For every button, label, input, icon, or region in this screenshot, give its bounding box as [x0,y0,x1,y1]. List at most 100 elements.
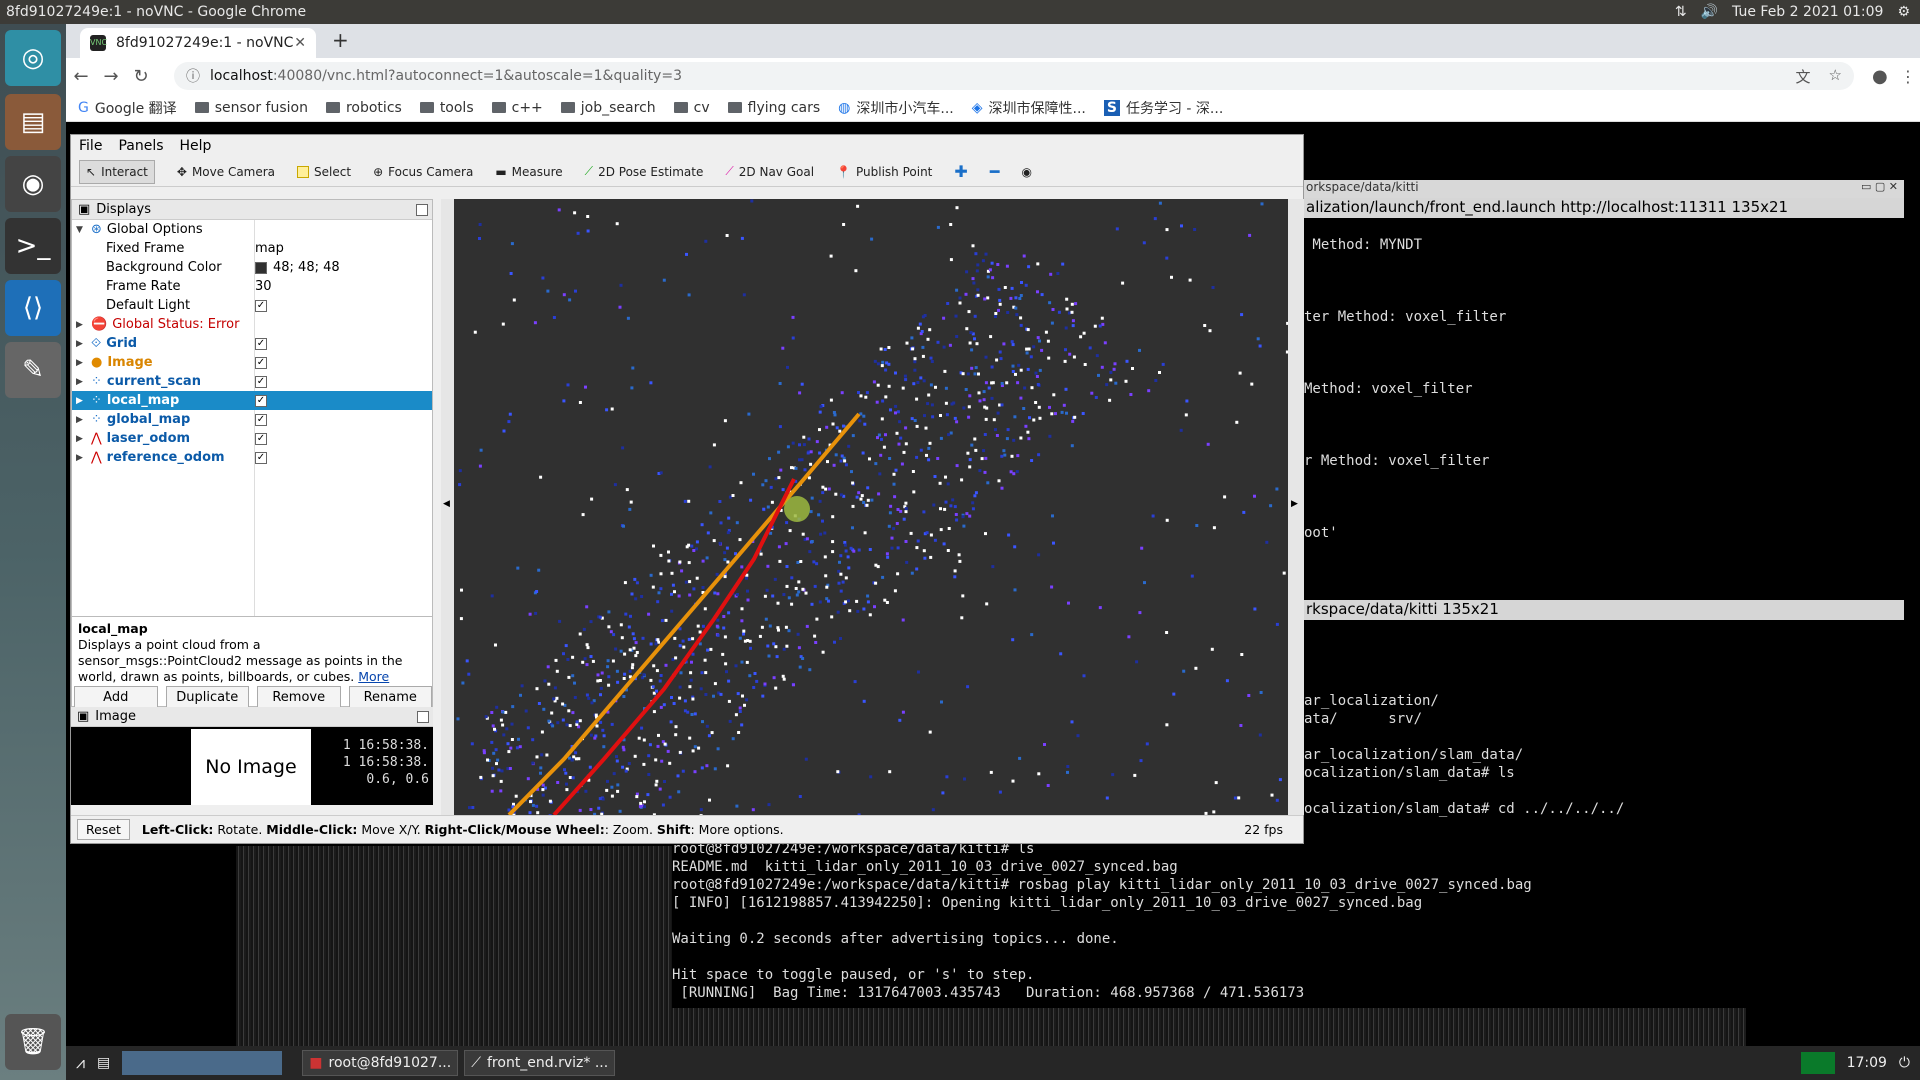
expanded-arrow-icon[interactable]: ▼ [76,225,86,235]
text-editor-icon[interactable]: ✎ [5,342,61,398]
3d-view[interactable] [454,199,1288,815]
bookmark-job-search[interactable]: job_search [560,100,656,116]
remove-tool-icon[interactable]: ━ [990,162,1000,181]
collapsed-arrow-icon[interactable]: ▶ [76,377,86,387]
collapsed-arrow-icon[interactable]: ▶ [76,320,86,330]
tree-image[interactable]: ▶ ● Image ✓ [72,353,432,372]
checkbox-checked[interactable]: ✓ [255,337,267,350]
tool-measure[interactable]: ▬ Measure [495,165,562,179]
terminal1-output[interactable]: Method: MYNDT ter Method: voxel_filter M… [1304,218,1896,600]
checkbox-checked[interactable]: ✓ [255,432,267,445]
forward-icon[interactable]: → [96,66,126,87]
close-icon[interactable]: ✕ [294,35,306,51]
network-icon[interactable]: ⇅ [1675,4,1687,20]
logout-icon[interactable]: ⏻ [1899,1055,1910,1071]
bookmark-robotics[interactable]: robotics [325,100,402,116]
new-tab-icon[interactable]: + [332,28,349,52]
add-button[interactable]: Add [74,686,158,708]
chrome-icon[interactable]: ◉ [5,156,61,212]
tool-2d-nav-goal[interactable]: ⟋ 2D Nav Goal [725,164,814,179]
tool-2d-pose-estimate[interactable]: ⟋ 2D Pose Estimate [585,164,704,179]
info-icon[interactable]: ⓘ [186,66,200,86]
files-icon[interactable]: ▤ [5,94,61,150]
camera-type-icon[interactable]: ◉ [1021,165,1031,179]
bookmark-google-translate[interactable]: G Google 翻译 [78,98,177,118]
bookmark-tools[interactable]: tools [419,100,474,116]
desktop-icon[interactable]: ▤ [97,1055,110,1071]
panel-close-checkbox[interactable] [417,710,429,723]
bookmark-sensor-fusion[interactable]: sensor fusion [194,100,308,116]
checkbox-checked[interactable]: ✓ [255,413,267,426]
terminal-icon[interactable]: >_ [5,218,61,274]
description-more-link[interactable]: More [358,669,389,684]
workspace-pager[interactable] [122,1051,283,1075]
tree-global-status[interactable]: ▶ ⛔ Global Status: Error [72,315,432,334]
reset-button[interactable]: Reset [77,819,130,840]
duplicate-button[interactable]: Duplicate [165,686,249,708]
collapse-right-icon[interactable]: ▶ [1291,499,1298,509]
profile-icon[interactable]: ● [1872,66,1888,87]
collapse-left-icon[interactable]: ◀ [443,499,450,509]
checkbox-checked[interactable]: ✓ [255,451,267,464]
bookmark-flying-cars[interactable]: flying cars [727,100,820,116]
tool-publish-point[interactable]: 📍 Publish Point [836,165,932,179]
star-icon[interactable]: ☆ [1829,66,1842,87]
bookmark-shenzhen-housing[interactable]: ◈ 深圳市保障性... [972,98,1086,118]
back-icon[interactable]: ← [66,66,96,87]
bookmark-shenzhen-car[interactable]: ◍ 深圳市小汽车... [838,98,954,118]
terminal3-output[interactable]: root@8fd91027249e:/workspace/data/kitti#… [672,840,1900,1008]
menu-file[interactable]: File [79,138,102,154]
left-splitter[interactable]: ◀ [441,199,454,815]
tree-grid[interactable]: ▶ ⟐ Grid ✓ [72,334,432,353]
trash-icon[interactable]: 🗑 [5,1014,61,1070]
checkbox-checked[interactable]: ✓ [255,394,267,407]
checkbox-checked[interactable]: ✓ [255,299,267,312]
tree-frame-rate[interactable]: Frame Rate 30 [72,277,432,296]
volume-icon[interactable]: 🔊 [1701,4,1718,20]
menu-panels[interactable]: Panels [118,138,163,154]
right-splitter[interactable]: ▶ [1288,199,1304,815]
panel-close-checkbox[interactable] [416,203,428,216]
tree-global-options[interactable]: ▼ ⊛ Global Options [72,220,432,239]
tree-background-color[interactable]: Background Color 48; 48; 48 [72,258,432,277]
checkbox-checked[interactable]: ✓ [255,375,267,388]
bookmark-cv[interactable]: cv [673,100,710,116]
menu-icon[interactable]: ⋮ [1900,67,1916,86]
clock[interactable]: Tue Feb 2 2021 01:09 [1732,4,1883,20]
ubuntu-icon[interactable]: ◎ [5,30,61,86]
browser-tab[interactable]: VNC 8fd91027249e:1 - noVNC ✕ [80,28,316,58]
add-tool-icon[interactable]: ✚ [954,162,967,181]
tool-interact[interactable]: ↖ Interact [79,159,155,184]
taskbar-rviz[interactable]: ⟋ front_end.rviz* ... [464,1050,616,1076]
remove-button[interactable]: Remove [257,686,341,708]
collapsed-arrow-icon[interactable]: ▶ [76,415,86,425]
bookmark-task-learning[interactable]: S 任务学习 - 深... [1103,98,1223,118]
collapsed-arrow-icon[interactable]: ▶ [76,396,86,406]
reload-icon[interactable]: ↻ [126,66,156,87]
window-controls-icon[interactable]: ▭ ▢ ✕ [1861,180,1898,193]
tree-global-map[interactable]: ▶ ⁘ global_map ✓ [72,410,432,429]
tree-default-light[interactable]: Default Light ✓ [72,296,432,315]
vscode-icon[interactable]: ⟨⟩ [5,280,61,336]
terminal2-output[interactable]: ar_localization/ata/ srv/ ar_localizatio… [1304,620,1896,846]
tree-laser-odom[interactable]: ▶ ⋀ laser_odom ✓ [72,429,432,448]
tree-current-scan[interactable]: ▶ ⁘ current_scan ✓ [72,372,432,391]
menu-help[interactable]: Help [180,138,212,154]
bookmark-cpp[interactable]: c++ [491,100,543,116]
tree-fixed-frame[interactable]: Fixed Frame map [72,239,432,258]
tree-reference-odom[interactable]: ▶ ⋀ reference_odom ✓ [72,448,432,467]
address-bar[interactable]: ⓘ localhost:40080/vnc.html?autoconnect=1… [174,62,1854,90]
tool-select[interactable]: Select [297,165,351,179]
tool-move-camera[interactable]: ✥ Move Camera [177,165,275,179]
start-icon[interactable]: ⩘ [76,1053,85,1073]
tree-local-map[interactable]: ▶ ⁘ local_map ✓ [72,391,432,410]
checkbox-checked[interactable]: ✓ [255,356,267,369]
color-swatch[interactable] [255,261,267,274]
translate-icon[interactable]: 文 [1796,66,1811,87]
rename-button[interactable]: Rename [348,686,432,708]
gear-icon[interactable]: ⚙ [1897,4,1910,20]
tool-focus-camera[interactable]: ⊕ Focus Camera [373,165,473,179]
collapsed-arrow-icon[interactable]: ▶ [76,339,86,349]
taskbar-terminal[interactable]: ■ root@8fd91027... [302,1050,459,1076]
collapsed-arrow-icon[interactable]: ▶ [76,453,86,463]
